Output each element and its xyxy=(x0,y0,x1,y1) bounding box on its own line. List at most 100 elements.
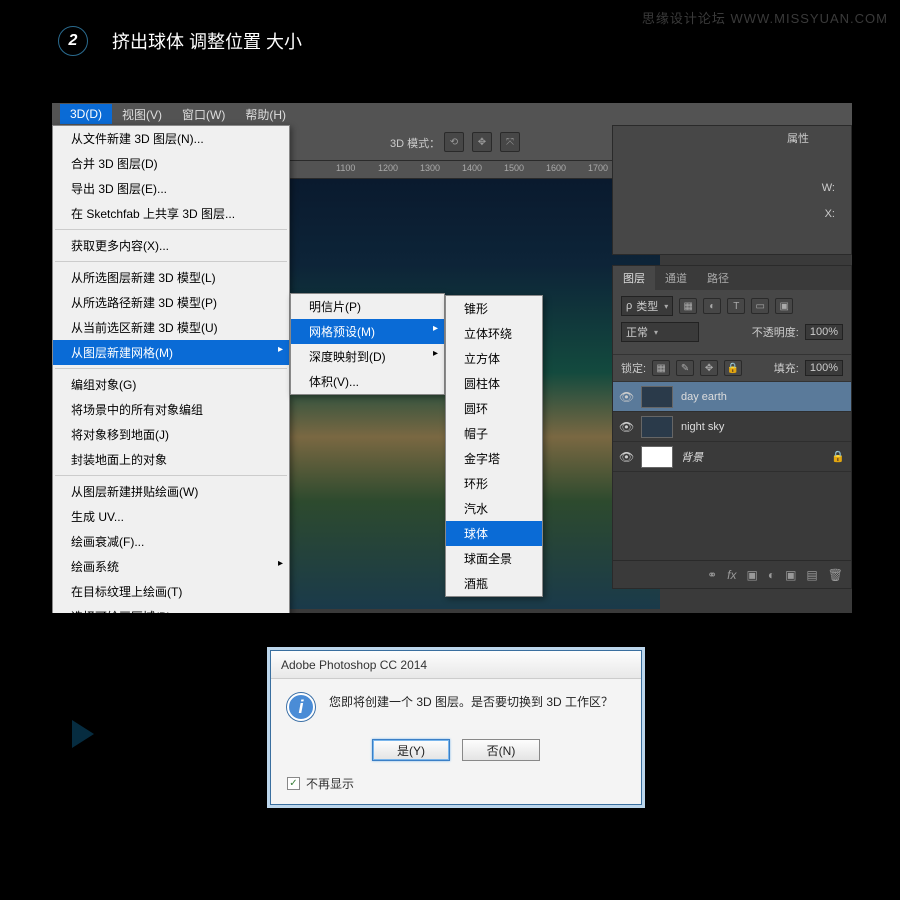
menu-item[interactable]: 锥形 xyxy=(446,296,542,321)
menu-item[interactable]: 选择可绘画区域(B) xyxy=(53,604,289,613)
ruler-tick: 1100 xyxy=(336,163,355,173)
menu-item[interactable]: 将对象移到地面(J) xyxy=(53,422,289,447)
mode-icons: ⟲ ✥ ⤧ xyxy=(444,132,520,152)
mode-label: 3D 模式： xyxy=(390,135,440,151)
menu-item[interactable]: 金字塔 xyxy=(446,446,542,471)
ruler-tick: 1600 xyxy=(546,163,566,173)
menu-item[interactable]: 将场景中的所有对象编组 xyxy=(53,397,289,422)
visibility-icon[interactable]: 👁 xyxy=(619,420,633,434)
dialog-wrap: Adobe Photoshop CC 2014 i 您即将创建一个 3D 图层。… xyxy=(270,650,642,805)
menu-item[interactable]: 汽水 xyxy=(446,496,542,521)
layer-name: day earth xyxy=(681,391,727,403)
fx-icon[interactable]: fx xyxy=(727,568,736,582)
menu-item[interactable]: 从图层新建拼贴绘画(W) xyxy=(53,479,289,504)
filter-kind[interactable]: ρ 类型 xyxy=(621,296,673,316)
menubar: 3D(D) 视图(V) 窗口(W) 帮助(H) xyxy=(52,103,852,125)
zoom-icon[interactable]: ⤧ xyxy=(500,132,520,152)
fill-label: 填充: xyxy=(774,360,799,376)
menu-item[interactable]: 环形 xyxy=(446,471,542,496)
layer-row[interactable]: 👁night sky xyxy=(613,412,851,442)
link-icon[interactable]: ⚭ xyxy=(707,568,717,582)
opacity-label: 不透明度: xyxy=(752,324,799,340)
menu-item[interactable]: 从所选路径新建 3D 模型(P) xyxy=(53,290,289,315)
menu-item[interactable]: 圆柱体 xyxy=(446,371,542,396)
menu-item[interactable]: 球体 xyxy=(446,521,542,546)
ruler-tick: 1400 xyxy=(462,163,482,173)
menu-item[interactable]: 体积(V)... xyxy=(291,369,444,394)
menu-3d[interactable]: 3D(D) xyxy=(60,104,112,124)
adjust-icon[interactable]: ◐ xyxy=(768,568,775,582)
layer-row[interactable]: 👁背景🔒 xyxy=(613,442,851,472)
lock-paint-icon[interactable]: ✎ xyxy=(676,360,694,376)
opacity-value[interactable]: 100% xyxy=(805,324,843,340)
menu-item[interactable]: 在目标纹理上绘画(T) xyxy=(53,579,289,604)
menu-item[interactable]: 合并 3D 图层(D) xyxy=(53,151,289,176)
menu-item[interactable]: 球面全景 xyxy=(446,546,542,571)
new-icon[interactable]: ▤ xyxy=(806,568,817,582)
orbit-icon[interactable]: ⟲ xyxy=(444,132,464,152)
info-icon: i xyxy=(287,693,315,721)
tab-layers[interactable]: 图层 xyxy=(613,266,655,290)
layer-row[interactable]: 👁 day earth xyxy=(613,382,851,412)
menu-help[interactable]: 帮助(H) xyxy=(235,103,296,126)
menu-view[interactable]: 视图(V) xyxy=(112,103,172,126)
layer-list: 👁day earth👁night sky👁背景🔒 xyxy=(613,382,851,560)
menu-window[interactable]: 窗口(W) xyxy=(172,103,235,126)
menu-item[interactable]: 深度映射到(D) xyxy=(291,344,444,369)
dont-show-checkbox[interactable]: ✓ xyxy=(287,777,300,790)
menu-item[interactable]: 从文件新建 3D 图层(N)... xyxy=(53,126,289,151)
submenu-new-mesh: 明信片(P)网格预设(M)深度映射到(D)体积(V)... xyxy=(290,293,445,395)
watermark-text: 思缘设计论坛 WWW.MISSYUAN.COM xyxy=(642,8,888,27)
play-arrow-icon xyxy=(72,720,94,748)
menu-item[interactable]: 导出 3D 图层(E)... xyxy=(53,176,289,201)
menu-item[interactable]: 从当前选区新建 3D 模型(U) xyxy=(53,315,289,340)
filter-adjust-icon[interactable]: ◐ xyxy=(703,298,721,314)
ruler-tick: 1200 xyxy=(378,163,398,173)
menu-item[interactable]: 网格预设(M) xyxy=(291,319,444,344)
lock-trans-icon[interactable]: ▦ xyxy=(652,360,670,376)
tab-channels[interactable]: 通道 xyxy=(655,266,697,290)
properties-panel: 属性 W: X: xyxy=(612,125,852,255)
menu-item[interactable]: 立方体 xyxy=(446,346,542,371)
lock-all-icon[interactable]: 🔒 xyxy=(724,360,742,376)
menu-item[interactable]: 圆环 xyxy=(446,396,542,421)
menu-item[interactable]: 绘画衰减(F)... xyxy=(53,529,289,554)
tab-paths[interactable]: 路径 xyxy=(697,266,739,290)
menu-item[interactable]: 生成 UV... xyxy=(53,504,289,529)
prop-w-label: W: xyxy=(822,182,835,194)
menu-item[interactable]: 酒瓶 xyxy=(446,571,542,596)
yes-button[interactable]: 是(Y) xyxy=(372,739,450,761)
menu-item[interactable]: 获取更多内容(X)... xyxy=(53,233,289,258)
filter-pixel-icon[interactable]: ▦ xyxy=(679,298,697,314)
menu-item[interactable]: 封装地面上的对象 xyxy=(53,447,289,472)
menu-item[interactable]: 从所选图层新建 3D 模型(L) xyxy=(53,265,289,290)
mask-icon[interactable]: ▣ xyxy=(746,568,757,582)
visibility-icon[interactable]: 👁 xyxy=(619,450,633,464)
no-button[interactable]: 否(N) xyxy=(462,739,540,761)
layer-name: 背景 xyxy=(681,449,703,465)
folder-icon[interactable]: ▣ xyxy=(785,568,796,582)
layer-thumb xyxy=(641,386,673,408)
menu-item[interactable]: 在 Sketchfab 上共享 3D 图层... xyxy=(53,201,289,226)
lock-pos-icon[interactable]: ✥ xyxy=(700,360,718,376)
fill-value[interactable]: 100% xyxy=(805,360,843,376)
menu-item[interactable]: 从图层新建网格(M) xyxy=(53,340,289,365)
visibility-icon[interactable]: 👁 xyxy=(619,390,633,404)
blend-mode-select[interactable]: 正常 xyxy=(621,322,699,342)
menu-item[interactable]: 立体环绕 xyxy=(446,321,542,346)
submenu-mesh-preset: 锥形立体环绕立方体圆柱体圆环帽子金字塔环形汽水球体球面全景酒瓶 xyxy=(445,295,543,597)
step-header: 2 挤出球体 调整位置 大小 xyxy=(58,26,302,56)
menu-item[interactable]: 编组对象(G) xyxy=(53,372,289,397)
menu-item[interactable]: 绘画系统 xyxy=(53,554,289,579)
dont-show-label: 不再显示 xyxy=(306,775,354,792)
pan-icon[interactable]: ✥ xyxy=(472,132,492,152)
trash-icon[interactable]: 🗑 xyxy=(828,568,843,582)
step-title: 挤出球体 调整位置 大小 xyxy=(112,28,302,54)
menu-item[interactable]: 帽子 xyxy=(446,421,542,446)
filter-smart-icon[interactable]: ▣ xyxy=(775,298,793,314)
menu-item[interactable]: 明信片(P) xyxy=(291,294,444,319)
filter-shape-icon[interactable]: ▭ xyxy=(751,298,769,314)
filter-type-icon[interactable]: T xyxy=(727,298,745,314)
dialog-text: 您即将创建一个 3D 图层。是否要切换到 3D 工作区？ xyxy=(329,693,613,711)
layer-thumb xyxy=(641,416,673,438)
